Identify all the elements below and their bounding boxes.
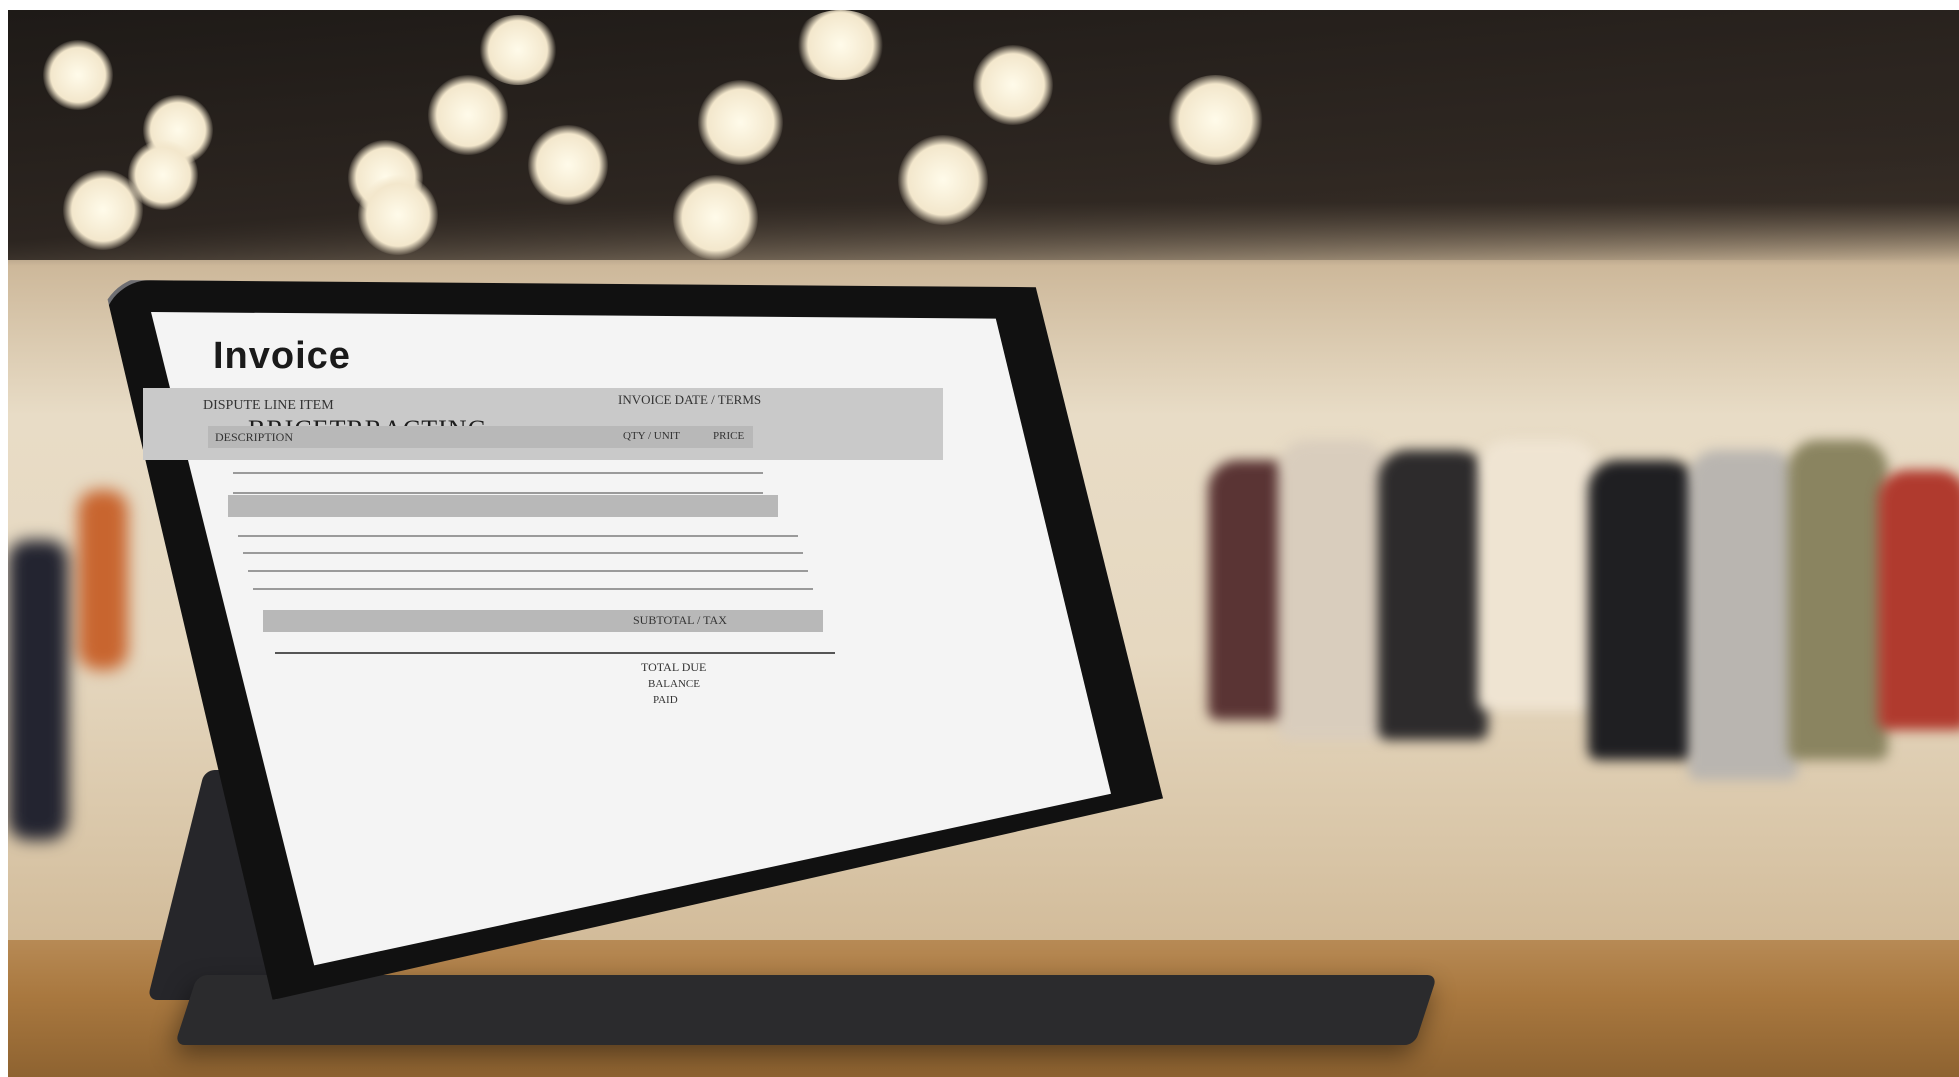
retail-store-photo: Invoice BRICETRRACTING DISPUTE LINE ITEM… [8, 10, 1959, 1077]
ceiling-light [973, 45, 1053, 125]
ceiling-light [528, 125, 608, 205]
invoice-row-line [248, 570, 808, 572]
ceiling-light [428, 75, 508, 155]
ceiling-light [793, 10, 888, 80]
invoice-title: Invoice [213, 335, 351, 377]
invoice-divider [275, 652, 835, 654]
invoice-faint-text: DESCRIPTION [215, 430, 294, 444]
ceiling-light [358, 175, 438, 255]
ceiling-light [43, 40, 113, 110]
invoice-section-bar [228, 495, 778, 517]
invoice-faint-text: INVOICE DATE / TERMS [618, 392, 762, 407]
invoice-footer-line: TOTAL DUE [641, 660, 707, 674]
ceiling-light [1168, 75, 1263, 165]
blurred-clothing-racks [1208, 440, 1959, 900]
ceiling-light [673, 175, 758, 260]
invoice-totals-bar [263, 610, 823, 632]
invoice-footer-line: PAID [653, 694, 678, 706]
ceiling-light [63, 170, 143, 250]
invoice-document: Invoice BRICETRRACTING DISPUTE LINE ITEM… [103, 280, 1163, 1000]
invoice-totals-label: SUBTOTAL / TAX [633, 613, 727, 627]
invoice-row-line [233, 472, 763, 474]
store-ceiling [8, 10, 1959, 260]
invoice-row-line [233, 492, 763, 494]
invoice-row-line [253, 588, 813, 590]
invoice-faint-text: DISPUTE LINE ITEM [203, 398, 334, 413]
invoice-footer-line: BALANCE [648, 678, 700, 690]
invoice-faint-text: QTY / UNIT [623, 430, 681, 442]
ceiling-light [478, 15, 558, 85]
ceiling-light [698, 80, 783, 165]
invoice-row-line [243, 552, 803, 554]
ceiling-light [898, 135, 988, 225]
invoice-faint-text: PRICE [713, 430, 745, 442]
invoice-row-line [238, 535, 798, 537]
